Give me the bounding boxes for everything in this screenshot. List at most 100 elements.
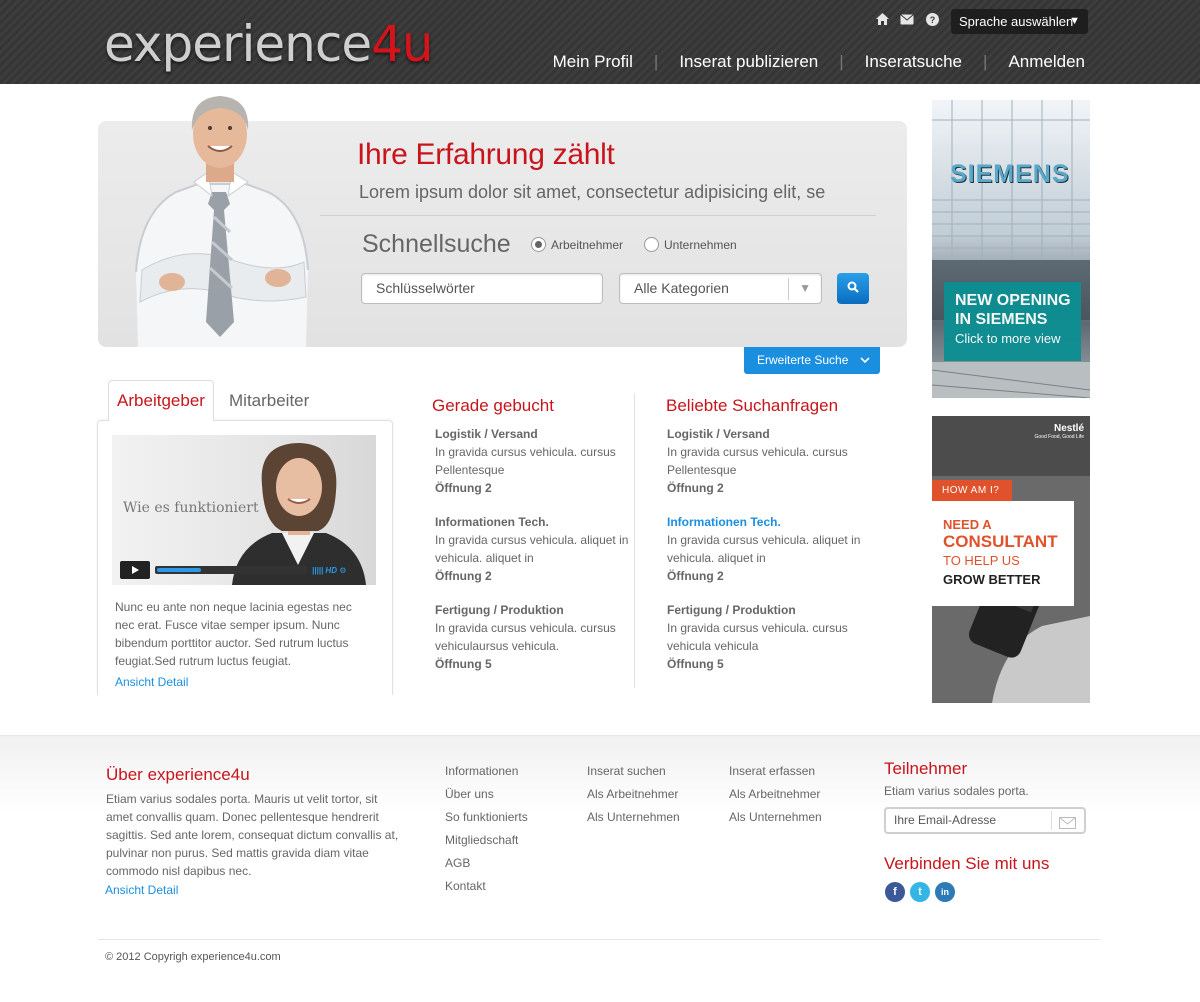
advanced-search-button[interactable]: Erweiterte Suche [744,347,880,374]
list-item-title[interactable]: Logistik / Versand [667,425,862,443]
nestle-brand: Nestlé [1053,423,1084,434]
popular-title: Beliebte Suchanfragen [666,396,839,415]
list-item[interactable]: Fertigung / Produktion In gravida cursus… [667,601,862,673]
footer-links-search: Inserat suchen Als Arbeitnehmer Als Unte… [587,760,680,829]
radio-button[interactable] [644,237,659,252]
top-icons: ? [874,11,940,27]
nav-ad-search[interactable]: Inseratsuche [865,52,962,72]
home-icon[interactable] [874,11,890,27]
footer-link[interactable]: So funktionierts [445,806,528,829]
radio-employee-label: Arbeitnehmer [551,237,624,252]
ad-badge: HOW AM I? [932,480,1012,501]
select-divider [788,278,789,300]
footer-link[interactable]: Über uns [445,783,528,806]
video-player[interactable]: Wie es funktioniert ||||| HD ⚙ [112,435,376,585]
tab-employer[interactable]: Arbeitgeber [108,380,214,421]
hero-person-image [128,92,313,347]
nav-publish-ad[interactable]: Inserat publizieren [679,52,818,72]
footer-link[interactable]: Als Unternehmen [587,806,680,829]
list-item[interactable]: Logistik / Versand In gravida cursus veh… [667,425,862,497]
nav-separator: | [653,52,659,71]
list-item-openings: Öffnung 2 [667,569,724,583]
list-item-title[interactable]: Informationen Tech. [667,513,862,531]
envelope-icon[interactable] [1059,814,1076,837]
input-divider [1051,811,1052,830]
list-item[interactable]: Logistik / Versand In gravida cursus veh… [435,425,630,497]
list-item-openings: Öffnung 2 [435,569,492,583]
tab-employees[interactable]: Mitarbeiter [229,391,309,411]
email-placeholder: Ihre Email-Adresse [894,813,997,827]
nav-separator: | [839,52,844,71]
footer-link[interactable]: Als Unternehmen [729,806,822,829]
radio-company[interactable]: Unternehmen [644,237,737,252]
newsletter-email-input[interactable]: Ihre Email-Adresse [884,807,1086,834]
video-progress-bar[interactable] [155,566,307,574]
footer-link[interactable]: Kontakt [445,875,528,898]
tab-description-text: Nunc eu ante non neque lacinia egestas n… [115,600,352,668]
ad-line: NEED A [943,517,992,532]
list-item-openings: Öffnung 5 [435,657,492,671]
keywords-placeholder: Schlüsselwörter [376,280,475,296]
footer-link[interactable]: Als Arbeitnehmer [587,783,680,806]
play-icon [132,566,139,574]
footer-link[interactable]: Informationen [445,760,528,783]
ad-line: Click to more view [955,331,1061,346]
mail-icon[interactable] [899,11,915,27]
list-item[interactable]: Informationen Tech. In gravida cursus ve… [435,513,630,585]
nestle-ad-banner[interactable]: Nestlé Good Food, Good Life HOW AM I? NE… [932,416,1090,703]
video-controls: ||||| HD ⚙ [120,561,360,579]
site-header: experience4u ? Sprache auswählen ▼ Mein … [0,0,1200,84]
radio-employee[interactable]: Arbeitnehmer [531,237,623,252]
keywords-input[interactable]: Schlüsselwörter [361,273,603,304]
search-button[interactable] [837,273,869,304]
category-select-value: Alle Kategorien [634,280,729,296]
footer-link[interactable]: AGB [445,852,528,875]
list-item-text: In gravida cursus vehicula. cursus vehic… [435,621,616,653]
about-detail-link[interactable]: Ansicht Detail [105,883,178,897]
ad-line: TO HELP US [943,553,1020,568]
list-item-title[interactable]: Fertigung / Produktion [667,601,862,619]
view-detail-link[interactable]: Ansicht Detail [115,673,365,691]
help-icon[interactable]: ? [924,11,940,27]
about-text: Etiam varius sodales porta. Mauris ut ve… [106,792,399,878]
ad-line: IN SIEMENS [955,311,1048,328]
linkedin-icon[interactable]: in [935,882,955,902]
category-select[interactable]: Alle Kategorien ▼ [619,273,822,304]
siemens-ad-callout: NEW OPENING IN SIEMENS Click to more vie… [944,282,1081,361]
list-item-title[interactable]: Logistik / Versand [435,425,630,443]
ad-line: NEW OPENING [955,292,1071,309]
list-item-title[interactable]: Informationen Tech. [435,513,630,531]
volume-hd-icon[interactable]: ||||| HD ⚙ [312,566,346,575]
footer-divider [98,939,1100,940]
chevron-down-icon: ▼ [799,281,811,295]
column-divider [634,393,635,688]
hero-title: Ihre Erfahrung zählt [357,138,615,171]
logo[interactable]: experience4u [104,16,434,72]
list-item-text: In gravida cursus vehicula. cursus Pelle… [435,445,616,477]
list-item-openings: Öffnung 2 [435,481,492,495]
list-item-text: In gravida cursus vehicula. aliquet in v… [667,533,861,565]
advanced-search-label: Erweiterte Suche [757,353,849,367]
facebook-icon[interactable]: f [885,882,905,902]
footer-link[interactable]: Inserat erfassen [729,760,822,783]
language-select[interactable]: Sprache auswählen ▼ [951,9,1088,34]
nav-login[interactable]: Anmelden [1008,52,1085,72]
participants-text: Etiam varius sodales porta. [884,784,1029,798]
list-item-title[interactable]: Fertigung / Produktion [435,601,630,619]
nav-my-profile[interactable]: Mein Profil [553,52,633,72]
list-item-text: In gravida cursus vehicula. cursus Pelle… [667,445,848,477]
footer-link[interactable]: Mitgliedschaft [445,829,528,852]
footer-link[interactable]: Als Arbeitnehmer [729,783,822,806]
search-icon [847,280,859,298]
siemens-ad-banner[interactable]: SIEMENS NEW OPENING IN SIEMENS Click to … [932,100,1090,398]
radio-button-selected[interactable] [531,237,546,252]
recent-list: Logistik / Versand In gravida cursus veh… [435,425,630,689]
footer-link[interactable]: Inserat suchen [587,760,680,783]
twitter-icon[interactable]: t [910,882,930,902]
siemens-logo: SIEMENS [950,160,1070,188]
list-item-openings: Öffnung 2 [667,481,724,495]
list-item[interactable]: Informationen Tech. In gravida cursus ve… [667,513,862,585]
list-item[interactable]: Fertigung / Produktion In gravida cursus… [435,601,630,673]
play-button[interactable] [120,561,150,579]
footer-links-info: Informationen Über uns So funktionierts … [445,760,528,898]
